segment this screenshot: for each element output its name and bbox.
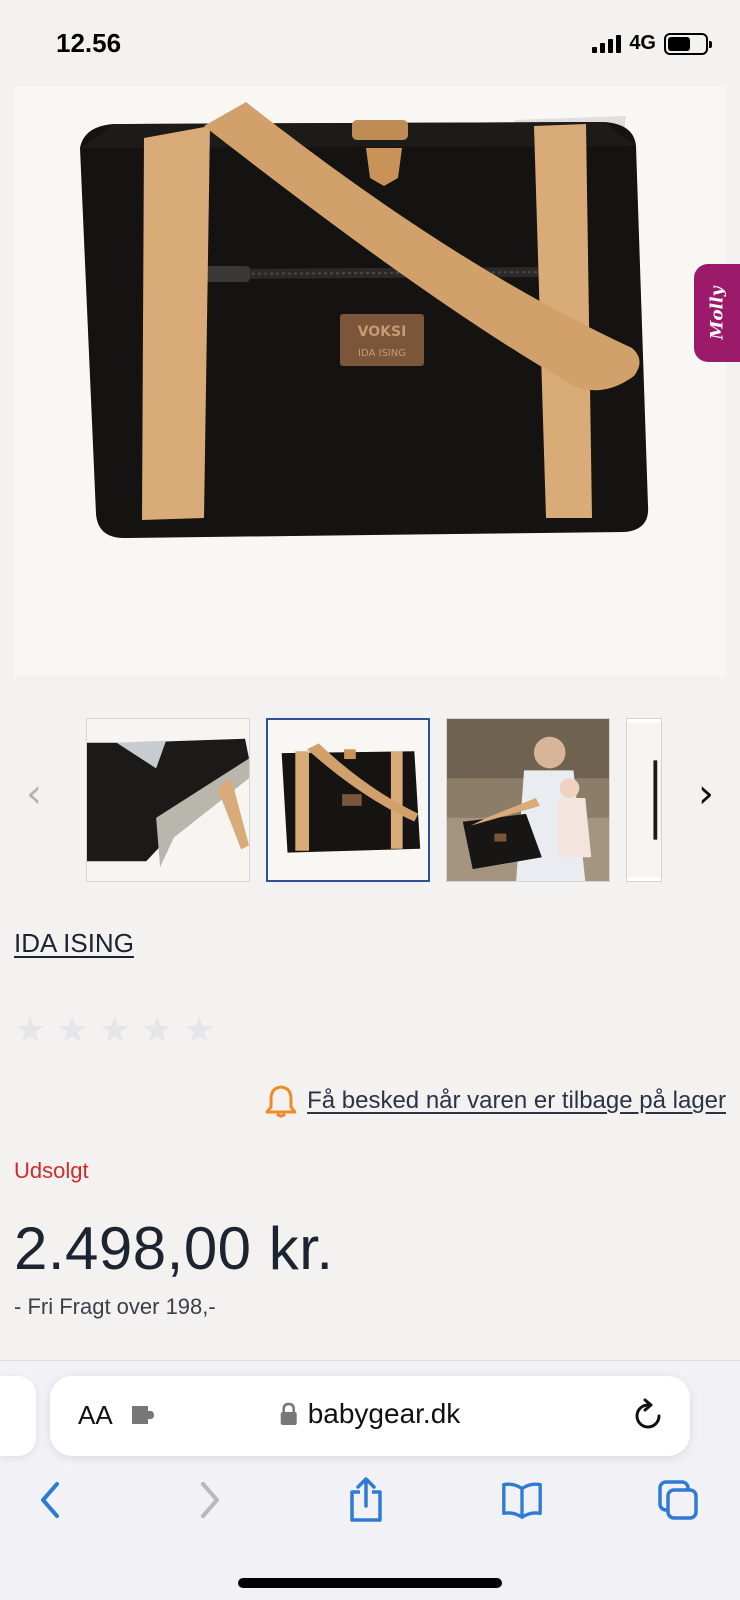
home-indicator[interactable] xyxy=(238,1578,502,1588)
bag-detail-image xyxy=(87,719,249,881)
bookmarks-button[interactable] xyxy=(500,1478,544,1522)
gallery-next-arrow[interactable]: › xyxy=(686,764,726,824)
bag-front-image xyxy=(268,720,428,880)
forward-button[interactable] xyxy=(188,1478,232,1522)
notify-link-text[interactable]: Få besked når varen er tilbage på lager xyxy=(307,1087,726,1115)
divider xyxy=(0,1360,740,1361)
lifestyle-image xyxy=(447,719,609,881)
back-icon xyxy=(41,1482,59,1518)
star-icon: ★ xyxy=(183,1009,216,1050)
star-icon: ★ xyxy=(14,1009,47,1050)
lock-icon xyxy=(280,1402,297,1425)
extension-icon[interactable] xyxy=(130,1402,160,1428)
status-bar: 12.56 4G xyxy=(0,0,740,86)
address-bar[interactable]: AA babygear.dk xyxy=(50,1376,690,1456)
stock-status: Udsolgt xyxy=(14,1158,89,1183)
gallery-prev-arrow[interactable]: ‹ xyxy=(14,764,54,824)
signal-icon xyxy=(592,34,622,53)
tabs-button[interactable] xyxy=(656,1478,700,1522)
shipping-note: - Fri Fragt over 198,- xyxy=(14,1294,216,1319)
brand-link[interactable]: IDA ISING xyxy=(14,928,134,959)
molly-chat-tab[interactable]: Molly xyxy=(694,264,740,362)
thumbnail-gallery: ‹ › xyxy=(0,712,740,884)
star-icon: ★ xyxy=(140,1009,174,1050)
browser-nav xyxy=(0,1470,740,1530)
url-display[interactable]: babygear.dk xyxy=(280,1398,461,1430)
product-price: 2.498,00 kr. xyxy=(14,1215,334,1282)
status-time: 12.56 xyxy=(56,28,122,58)
battery-icon xyxy=(664,32,712,55)
partial-image xyxy=(627,722,661,878)
previous-tab-peek[interactable] xyxy=(0,1376,36,1456)
badge-maker-text: IDA ISING xyxy=(358,348,406,359)
back-in-stock-notify[interactable]: Få besked når varen er tilbage på lager xyxy=(265,1084,726,1118)
partial-thumbnail[interactable] xyxy=(626,718,662,882)
bag-illustration: VOKSI IDA ISING xyxy=(14,86,726,676)
molly-tab-label: Molly xyxy=(707,286,728,340)
star-icon: ★ xyxy=(56,1009,89,1050)
bag-detail-thumbnail[interactable] xyxy=(86,718,250,882)
star-rating[interactable]: ★ ★ ★ ★ ★ xyxy=(14,1012,215,1048)
share-icon xyxy=(350,1477,382,1522)
tabs-icon xyxy=(658,1480,698,1520)
forward-icon xyxy=(201,1482,219,1518)
bell-icon xyxy=(265,1085,297,1118)
back-button[interactable] xyxy=(28,1478,72,1522)
badge-brand-text: VOKSI xyxy=(358,324,407,340)
product-main-image[interactable]: VOKSI IDA ISING xyxy=(14,86,726,676)
bag-front-thumbnail[interactable] xyxy=(266,718,430,882)
network-label: 4G xyxy=(629,32,656,54)
bookmarks-icon xyxy=(502,1482,542,1519)
share-button[interactable] xyxy=(344,1477,388,1522)
man-with-baby-thumbnail[interactable] xyxy=(446,718,610,882)
star-icon: ★ xyxy=(98,1009,131,1050)
status-indicators: 4G xyxy=(592,32,712,55)
reload-icon[interactable] xyxy=(632,1396,666,1434)
text-size-button[interactable]: AA xyxy=(78,1400,113,1431)
domain-text: babygear.dk xyxy=(307,1398,461,1429)
